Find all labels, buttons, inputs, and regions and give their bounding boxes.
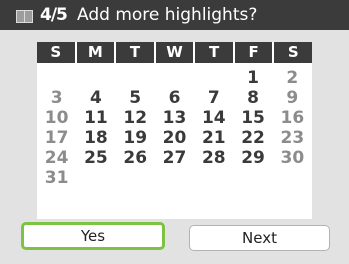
calendar-empty-cell (233, 168, 272, 188)
calendar-day[interactable]: 22 (233, 128, 272, 148)
calendar-day[interactable]: 10 (37, 108, 76, 128)
calendar-empty-cell (116, 68, 155, 88)
calendar-day[interactable]: 11 (76, 108, 115, 128)
weekday-thu: T (195, 42, 235, 63)
calendar-day[interactable]: 18 (76, 128, 115, 148)
calendar-day[interactable]: 1 (233, 68, 272, 88)
calendar-day[interactable]: 24 (37, 148, 76, 168)
calendar-day[interactable]: 26 (116, 148, 155, 168)
weekday-mon: M (77, 42, 117, 63)
calendar-day[interactable]: 19 (116, 128, 155, 148)
calendar-day[interactable]: 20 (155, 128, 194, 148)
title-bar: 4/5 Add more highlights? (0, 0, 349, 30)
calendar-empty-cell (155, 168, 194, 188)
calendar-empty-cell (155, 68, 194, 88)
page-counter: 4/5 (40, 5, 68, 25)
calendar-day[interactable]: 14 (194, 108, 233, 128)
calendar-day[interactable]: 6 (155, 88, 194, 108)
yes-button[interactable]: Yes (21, 222, 165, 250)
calendar: S M T W T F S 1 2 3 4 5 6 7 8 9 10 11 12 13 14 15 16 17 1… (37, 42, 312, 219)
calendar-day[interactable]: 17 (37, 128, 76, 148)
day-grid: 1 2 3 4 5 6 7 8 9 10 11 12 13 14 15 16 17 18 19 20 21 22 23 24 2… (37, 68, 312, 188)
calendar-empty-cell (76, 68, 115, 88)
calendar-day[interactable]: 2 (273, 68, 312, 88)
calendar-day[interactable]: 13 (155, 108, 194, 128)
calendar-day[interactable]: 27 (155, 148, 194, 168)
calendar-empty-cell (76, 168, 115, 188)
calendar-empty-cell (37, 68, 76, 88)
weekday-fri: F (235, 42, 275, 63)
calendar-empty-cell (273, 168, 312, 188)
album-icon (16, 10, 33, 23)
calendar-day[interactable]: 29 (233, 148, 272, 168)
calendar-day[interactable]: 15 (233, 108, 272, 128)
calendar-day[interactable]: 30 (273, 148, 312, 168)
calendar-day[interactable]: 5 (116, 88, 155, 108)
calendar-day[interactable]: 16 (273, 108, 312, 128)
weekday-sun: S (37, 42, 77, 63)
calendar-day[interactable]: 28 (194, 148, 233, 168)
calendar-day[interactable]: 7 (194, 88, 233, 108)
calendar-day[interactable]: 12 (116, 108, 155, 128)
calendar-empty-cell (194, 168, 233, 188)
prompt-title: Add more highlights? (77, 5, 258, 25)
weekday-sat: S (287, 43, 299, 61)
calendar-empty-cell (116, 168, 155, 188)
calendar-day[interactable]: 25 (76, 148, 115, 168)
weekday-wed: W (156, 42, 196, 63)
calendar-day[interactable]: 23 (273, 128, 312, 148)
calendar-day[interactable]: 8 (233, 88, 272, 108)
weekday-tue: T (116, 42, 156, 63)
calendar-day[interactable]: 31 (37, 168, 76, 188)
weekday-header: S M T W T F S (37, 42, 312, 63)
calendar-empty-cell (194, 68, 233, 88)
calendar-day[interactable]: 3 (37, 88, 76, 108)
camera-screen: 4/5 Add more highlights? S M T W T F S 1… (0, 0, 349, 264)
calendar-day[interactable]: 21 (194, 128, 233, 148)
next-button[interactable]: Next (189, 225, 330, 251)
calendar-day[interactable]: 9 (273, 88, 312, 108)
calendar-day[interactable]: 4 (76, 88, 115, 108)
